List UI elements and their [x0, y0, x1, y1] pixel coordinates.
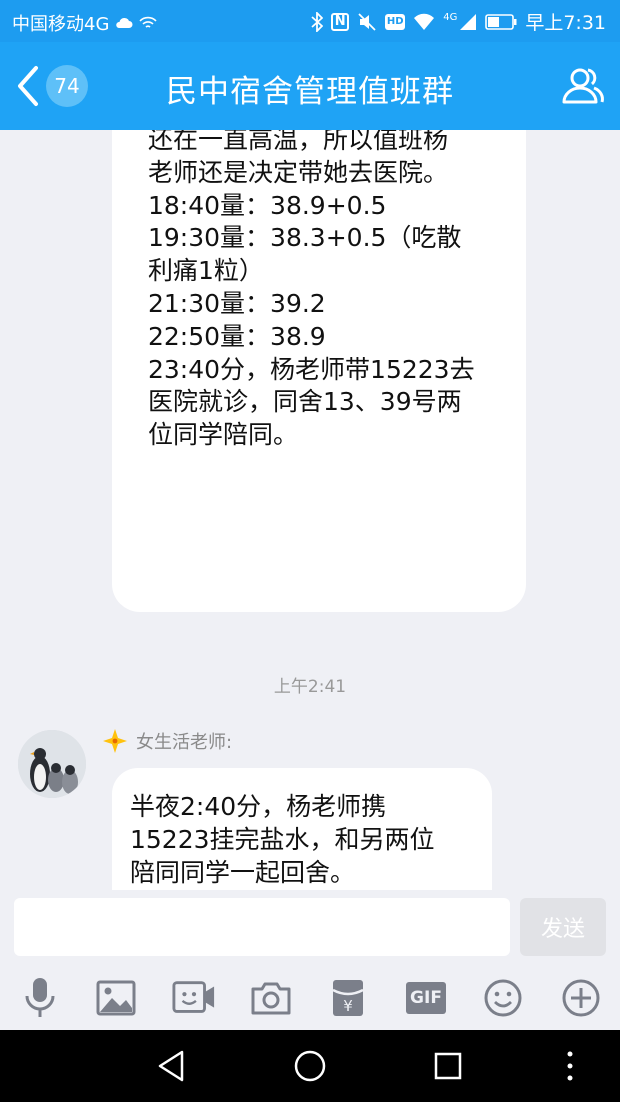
input-toolbar: ¥ GIF — [0, 968, 620, 1030]
input-bar: 发送 — [0, 890, 620, 968]
red-packet-icon[interactable]: ¥ — [326, 976, 370, 1020]
message-line: 18:40量：38.9+0.5 — [148, 190, 387, 220]
message-line: 19:30量：38.3+0.5（吃散 — [148, 223, 462, 253]
message-line: 15223挂完盐水，和另两位 — [130, 825, 435, 854]
cloud-icon — [116, 17, 133, 28]
emoji-icon[interactable] — [481, 976, 525, 1020]
microphone-icon[interactable] — [18, 976, 62, 1020]
gif-label: GIF — [406, 982, 446, 1014]
network-label: 4G — [443, 12, 458, 23]
nav-home-icon[interactable] — [292, 1048, 328, 1084]
clock: 早上7:31 — [525, 12, 606, 34]
nav-menu-icon[interactable] — [552, 1048, 588, 1084]
system-nav-bar — [0, 1030, 620, 1102]
message-line: 还在一直高温，所以值班杨 — [148, 130, 449, 154]
nav-recents-icon[interactable] — [430, 1048, 466, 1084]
message-line: 陪同同学一起回舍。 — [130, 858, 356, 887]
signal-icon — [460, 13, 477, 30]
mute-icon — [358, 12, 376, 31]
wifi-icon — [414, 13, 435, 30]
send-button[interactable]: 发送 — [520, 898, 606, 956]
message-line: 21:30量：39.2 — [148, 288, 326, 318]
message-text: 还在一直高温，所以值班杨 老师还是决定带她去医院。 18:40量：38.9+0.… — [148, 130, 518, 452]
message-line: 老师还是决定带她去医院。 — [148, 157, 449, 187]
star-badge-icon — [103, 729, 127, 753]
message-input[interactable] — [14, 898, 510, 956]
message-line: 利痛1粒） — [148, 256, 264, 286]
bluetooth-icon — [311, 11, 324, 32]
message-line: 22:50量：38.9 — [148, 321, 326, 351]
message-line: 位同学陪同。 — [148, 420, 299, 450]
status-bar: 中国移动4G N HD 4G 早上7:31 — [0, 0, 620, 42]
avatar[interactable] — [18, 730, 86, 798]
gif-icon[interactable]: GIF — [404, 976, 448, 1020]
carrier-label: 中国移动4G — [12, 14, 110, 35]
sender-row: 女生活老师: — [102, 728, 232, 754]
wifi-hotspot-icon — [139, 16, 157, 28]
chat-area[interactable]: 还在一直高温，所以值班杨 老师还是决定带她去医院。 18:40量：38.9+0.… — [0, 130, 620, 890]
video-call-icon[interactable] — [172, 976, 216, 1020]
message-line: 医院就诊，同舍13、39号两 — [148, 387, 462, 417]
sender-name: 女生活老师: — [136, 732, 233, 753]
message-text: 半夜2:40分，杨老师携 15223挂完盐水，和另两位 陪同同学一起回舍。 — [130, 790, 480, 889]
plus-icon[interactable] — [559, 976, 603, 1020]
page-title: 民中宿舍管理值班群 — [166, 74, 454, 110]
group-profile-button[interactable] — [558, 62, 606, 110]
nav-back-icon[interactable] — [154, 1048, 190, 1084]
hd-icon: HD — [385, 13, 406, 30]
message-timestamp: 上午2:41 — [273, 677, 347, 697]
nfc-icon: N — [331, 12, 350, 31]
group-members-icon — [562, 68, 604, 104]
title-bar: 74 民中宿舍管理值班群 — [0, 42, 620, 130]
penguin-avatar-image — [18, 730, 86, 798]
message-line: 23:40分，杨老师带15223去 — [148, 354, 475, 384]
message-line: 半夜2:40分，杨老师携 — [130, 792, 387, 821]
image-icon[interactable] — [94, 976, 138, 1020]
camera-icon[interactable] — [249, 976, 293, 1020]
battery-icon — [485, 13, 517, 30]
svg-text:¥: ¥ — [343, 997, 353, 1015]
